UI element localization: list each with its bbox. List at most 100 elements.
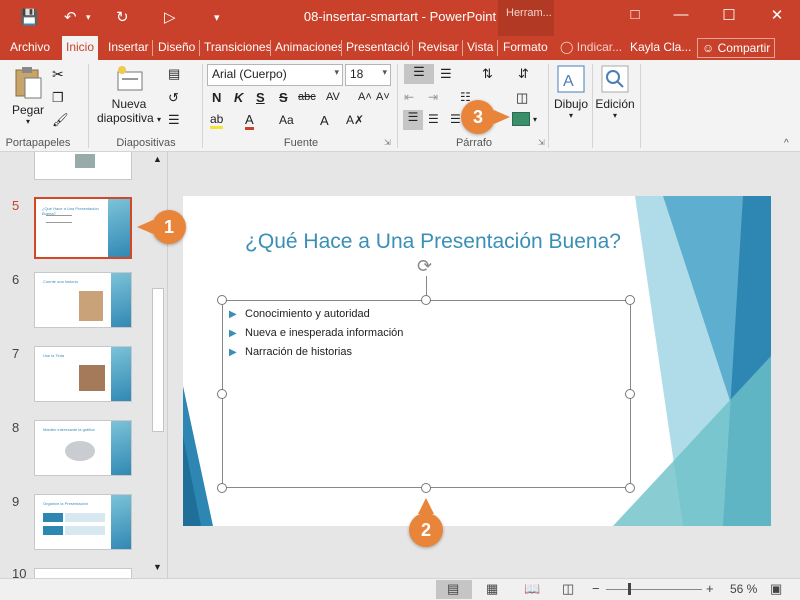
resize-handle-tr[interactable] [625, 295, 635, 305]
align-text-icon[interactable]: ◫ [516, 90, 528, 106]
resize-handle-br[interactable] [625, 483, 635, 493]
bullet-item[interactable]: ▶ Nueva e inesperada información [229, 327, 403, 339]
minimize-icon[interactable]: — [666, 6, 696, 23]
reset-icon[interactable]: ↺ [168, 90, 179, 106]
cut-icon[interactable]: ✂ [52, 66, 64, 83]
copy-icon[interactable]: ❐ [52, 90, 64, 106]
tab-insertar[interactable]: Insertar [104, 36, 153, 60]
new-slide-label-1: Nueva [111, 97, 147, 111]
italic-button[interactable]: K [234, 90, 243, 105]
shadow-button[interactable]: S [279, 90, 288, 105]
drawing-label: Dibujo [553, 97, 589, 111]
tab-animaciones[interactable]: Animaciones [271, 36, 341, 60]
bullet-item[interactable]: ▶ Conocimiento y autoridad [229, 308, 370, 320]
bold-button[interactable]: N [212, 90, 221, 105]
increase-indent-icon[interactable]: ⇥ [428, 90, 438, 104]
lightbulb-icon: ◯ [560, 40, 574, 54]
rotate-handle-icon[interactable]: ⟳ [417, 256, 432, 277]
tab-diseno[interactable]: Diseño [154, 36, 199, 60]
clear-format-icon[interactable]: A✗ [346, 113, 364, 127]
section-icon[interactable]: ☰ [168, 112, 180, 128]
thumbnail-9[interactable]: Organice la Presentación [34, 494, 132, 550]
font-dialog-icon[interactable]: ⇲ [384, 138, 391, 147]
reading-view-icon[interactable]: 📖 [524, 581, 540, 597]
font-size-select[interactable]: 18 ▾ [345, 64, 391, 86]
resize-handle-t[interactable] [421, 295, 431, 305]
resize-handle-l[interactable] [217, 389, 227, 399]
fit-slide-icon[interactable]: ▣ [770, 581, 782, 597]
collapse-ribbon-icon[interactable]: ^ [784, 138, 789, 149]
thumbnail-8[interactable]: Mantén interesante la gráfica [34, 420, 132, 476]
tab-vista[interactable]: Vista [463, 36, 497, 60]
thumbnail-4-partial[interactable] [34, 152, 132, 180]
bullets-icon[interactable]: ☰ [404, 64, 434, 84]
paste-button[interactable]: Pegar ▾ [10, 66, 46, 126]
maximize-icon[interactable]: ☐ [714, 6, 744, 24]
chevron-down-icon[interactable]: ▾ [533, 115, 537, 124]
line-spacing-icon[interactable]: ⇅ [482, 66, 493, 82]
bullet-item[interactable]: ▶ Narración de historias [229, 346, 352, 358]
thumbnail-10-partial[interactable] [34, 568, 132, 578]
align-left-icon[interactable]: ☰ [403, 110, 423, 130]
slide-title[interactable]: ¿Qué Hace a Una Presentación Buena? [183, 230, 683, 254]
text-direction-icon[interactable]: ⇵ [518, 66, 529, 82]
align-center-icon[interactable]: ☰ [428, 112, 439, 126]
grow-font-icon[interactable]: A˄ [358, 91, 372, 103]
thumbnail-7[interactable]: Use la Tinta [34, 346, 132, 402]
thumbnail-6[interactable]: Cuente una historia [34, 272, 132, 328]
tab-inicio[interactable]: Inicio [62, 36, 99, 60]
thumbnail-5[interactable]: ¿Qué Hace a Una Presentación Buena? [34, 197, 132, 259]
shapes-icon: A [557, 65, 585, 93]
zoom-out-icon[interactable]: − [592, 581, 600, 596]
shrink-font-icon[interactable]: A˅ [376, 91, 390, 103]
resize-handle-tl[interactable] [217, 295, 227, 305]
ribbon-display-icon[interactable]: □ [620, 6, 650, 23]
tab-presentacion[interactable]: Presentació [342, 36, 412, 60]
layout-icon[interactable]: ▤ [168, 66, 180, 82]
callout-3-pointer [494, 110, 510, 124]
smartart-convert-icon[interactable] [512, 112, 530, 126]
zoom-slider-thumb[interactable] [628, 583, 631, 595]
content-placeholder[interactable]: ▶ Conocimiento y autoridad ▶ Nueva e ine… [222, 300, 631, 488]
decrease-indent-icon[interactable]: ⇤ [404, 90, 414, 104]
tab-formato[interactable]: Formato [499, 36, 552, 60]
resize-handle-bl[interactable] [217, 483, 227, 493]
numbering-icon[interactable]: ☰ [440, 66, 452, 82]
format-painter-icon[interactable]: 🖌 [52, 112, 69, 128]
share-button[interactable]: ☺ Compartir [697, 38, 776, 58]
zoom-level[interactable]: 56 % [730, 582, 757, 596]
resize-handle-b[interactable] [421, 483, 431, 493]
close-icon[interactable]: ✕ [762, 6, 792, 24]
chevron-down-icon: ▾ [334, 67, 339, 77]
scroll-up-icon[interactable]: ▲ [153, 154, 162, 164]
tab-revisar[interactable]: Revisar [414, 36, 463, 60]
align-right-icon[interactable]: ☰ [450, 112, 461, 126]
user-name[interactable]: Kayla Cla... [626, 36, 695, 60]
change-case-button[interactable]: Aa [279, 113, 294, 127]
editing-button[interactable]: Edición ▾ [594, 64, 636, 120]
font-name-select[interactable]: Arial (Cuerpo) ▾ [207, 64, 343, 86]
new-slide-button[interactable]: Nueva diapositiva ▾ [96, 64, 162, 125]
highlight-icon[interactable]: ab [210, 112, 224, 129]
strikethrough-button[interactable]: abc [298, 91, 316, 103]
drawing-button[interactable]: A Dibujo ▾ [552, 64, 590, 120]
resize-handle-r[interactable] [625, 389, 635, 399]
chevron-down-icon: ▾ [382, 67, 387, 77]
char-spacing-button[interactable]: AV [326, 91, 340, 103]
scroll-thumb[interactable] [152, 288, 164, 432]
slide-canvas[interactable]: ¿Qué Hace a Una Presentación Buena? ⟳ ▶ … [183, 196, 771, 526]
normal-view-icon[interactable]: ▤ [447, 581, 459, 597]
tab-transiciones[interactable]: Transiciones [200, 36, 270, 60]
slide-sorter-icon[interactable]: ▦ [486, 581, 498, 597]
underline-button[interactable]: S [256, 90, 265, 105]
font-color-icon[interactable]: A [245, 112, 254, 130]
new-slide-icon [117, 66, 143, 91]
font-color-a-icon[interactable]: A [320, 113, 329, 128]
zoom-in-icon[interactable]: + [706, 581, 714, 596]
tell-me-box[interactable]: ◯ Indicar... [556, 36, 626, 60]
scroll-down-icon[interactable]: ▼ [153, 562, 162, 572]
slideshow-view-icon[interactable]: ◫ [562, 581, 574, 597]
tab-archivo[interactable]: Archivo [6, 36, 54, 60]
paragraph-dialog-icon[interactable]: ⇲ [538, 138, 545, 147]
zoom-slider[interactable] [606, 589, 702, 590]
